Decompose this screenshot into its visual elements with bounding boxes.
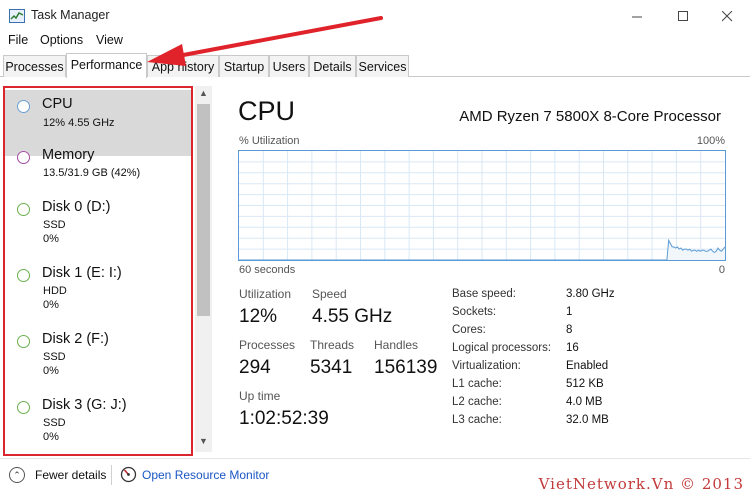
spec-label: Sockets: bbox=[452, 306, 497, 318]
sidebar-item-usage: 0% bbox=[43, 233, 59, 245]
disk-indicator-icon bbox=[17, 335, 30, 348]
sidebar-item-type: SSD bbox=[43, 219, 66, 231]
tab-details[interactable]: Details bbox=[309, 55, 356, 77]
sidebar-item-label: Disk 0 (D:) bbox=[42, 199, 111, 215]
handles-label: Handles bbox=[374, 338, 419, 352]
disk-indicator-icon bbox=[17, 269, 30, 282]
processes-value: 294 bbox=[239, 357, 271, 378]
disk-indicator-icon bbox=[17, 401, 30, 414]
sidebar-item-type: SSD bbox=[43, 351, 66, 363]
fewer-details-button[interactable]: Fewer details bbox=[35, 468, 106, 482]
sidebar-item-label: Disk 1 (E: I:) bbox=[42, 265, 122, 281]
sidebar-item-disk-3[interactable]: Disk 3 (G: J:) SSD 0% bbox=[5, 387, 191, 453]
spec-label: L1 cache: bbox=[452, 378, 502, 390]
scroll-thumb[interactable] bbox=[197, 104, 210, 316]
sidebar-item-label: Disk 2 (F:) bbox=[42, 331, 109, 347]
menu-options[interactable]: Options bbox=[40, 33, 83, 47]
tab-processes[interactable]: Processes bbox=[3, 55, 66, 77]
spec-label: L3 cache: bbox=[452, 414, 502, 426]
performance-sidebar: CPU 12% 4.55 GHz Memory 13.5/31.9 GB (42… bbox=[3, 86, 193, 456]
spec-value: 8 bbox=[566, 324, 573, 336]
footer-divider bbox=[111, 465, 112, 485]
tab-performance[interactable]: Performance bbox=[66, 53, 147, 78]
minimize-button[interactable] bbox=[614, 0, 660, 32]
sidebar-item-label: Disk 3 (G: J:) bbox=[42, 397, 127, 413]
spec-label: L2 cache: bbox=[452, 396, 502, 408]
tab-services[interactable]: Services bbox=[356, 55, 409, 77]
spec-value: Enabled bbox=[566, 360, 609, 372]
tab-bar: Processes Performance App history Startu… bbox=[0, 53, 750, 78]
sidebar-item-disk-0[interactable]: Disk 0 (D:) SSD 0% bbox=[5, 189, 191, 255]
handles-value: 156139 bbox=[374, 357, 438, 378]
tab-app-history[interactable]: App history bbox=[147, 55, 219, 77]
scroll-up-arrow-icon[interactable]: ▲ bbox=[195, 88, 212, 102]
sidebar-scrollbar[interactable]: ▲ ▼ bbox=[195, 86, 212, 452]
spec-value: 4.0 MB bbox=[566, 396, 603, 408]
page-title: CPU bbox=[238, 96, 296, 126]
spec-label: Virtualization: bbox=[452, 360, 521, 372]
sidebar-item-label: Memory bbox=[42, 147, 95, 163]
watermark: VietNetwork.Vn © 2013 bbox=[538, 475, 744, 493]
utilization-max-label: 100% bbox=[696, 135, 725, 147]
menu-file[interactable]: File bbox=[8, 33, 28, 47]
utilization-value: 12% bbox=[239, 306, 278, 327]
tab-startup[interactable]: Startup bbox=[219, 55, 269, 77]
utilization-axis-label: % Utilization bbox=[239, 135, 300, 147]
tab-users[interactable]: Users bbox=[269, 55, 309, 77]
spec-label: Logical processors: bbox=[452, 342, 552, 354]
menu-view[interactable]: View bbox=[96, 33, 123, 47]
window-title: Task Manager bbox=[31, 8, 110, 22]
graph-time-span-label: 60 seconds bbox=[239, 264, 296, 276]
spec-value: 32.0 MB bbox=[566, 414, 609, 426]
graph-canvas bbox=[239, 151, 726, 261]
disk-indicator-icon bbox=[17, 203, 30, 216]
sidebar-item-disk-1[interactable]: Disk 1 (E: I:) HDD 0% bbox=[5, 255, 191, 321]
menu-bar: File Options View bbox=[0, 32, 750, 52]
spec-value: 1 bbox=[566, 306, 573, 318]
sidebar-item-label: CPU bbox=[42, 96, 73, 112]
memory-indicator-icon bbox=[17, 151, 30, 164]
sidebar-item-type: SSD bbox=[43, 417, 66, 429]
uptime-value: 1:02:52:39 bbox=[239, 408, 329, 429]
graph-time-end-label: 0 bbox=[718, 264, 725, 276]
sidebar-item-type: HDD bbox=[43, 285, 67, 297]
spec-value: 512 KB bbox=[566, 378, 604, 390]
close-button[interactable] bbox=[704, 0, 750, 32]
scroll-down-arrow-icon[interactable]: ▼ bbox=[195, 436, 212, 450]
task-manager-icon bbox=[9, 9, 25, 23]
spec-label: Base speed: bbox=[452, 288, 516, 300]
threads-label: Threads bbox=[310, 338, 355, 352]
footer-bar: ⌃ Fewer details Open Resource Monitor Vi… bbox=[0, 458, 750, 500]
processor-name: AMD Ryzen 7 5800X 8-Core Processor bbox=[459, 108, 721, 125]
speed-value: 4.55 GHz bbox=[312, 306, 393, 327]
resource-monitor-icon bbox=[120, 466, 137, 483]
processes-label: Processes bbox=[239, 338, 296, 352]
sidebar-item-detail: 13.5/31.9 GB (42%) bbox=[43, 167, 141, 179]
sidebar-item-detail: 12% 4.55 GHz bbox=[43, 117, 115, 129]
sidebar-item-disk-2[interactable]: Disk 2 (F:) SSD 0% bbox=[5, 321, 191, 387]
sidebar-item-usage: 0% bbox=[43, 299, 59, 311]
open-resource-monitor-link[interactable]: Open Resource Monitor bbox=[142, 468, 269, 482]
spec-label: Cores: bbox=[452, 324, 486, 336]
title-bar: Task Manager bbox=[0, 0, 750, 32]
utilization-label: Utilization bbox=[239, 287, 292, 301]
chevron-up-icon[interactable]: ⌃ bbox=[9, 467, 25, 483]
spec-value: 16 bbox=[566, 342, 579, 354]
spec-value: 3.80 GHz bbox=[566, 288, 615, 300]
maximize-button[interactable] bbox=[660, 0, 706, 32]
threads-value: 5341 bbox=[310, 357, 353, 378]
cpu-indicator-icon bbox=[17, 100, 30, 113]
cpu-utilization-graph bbox=[238, 150, 726, 261]
sidebar-item-usage: 0% bbox=[43, 365, 59, 377]
speed-label: Speed bbox=[312, 287, 347, 301]
sidebar-item-usage: 0% bbox=[43, 431, 59, 443]
uptime-label: Up time bbox=[239, 389, 281, 403]
graph-gridlines bbox=[239, 151, 725, 260]
